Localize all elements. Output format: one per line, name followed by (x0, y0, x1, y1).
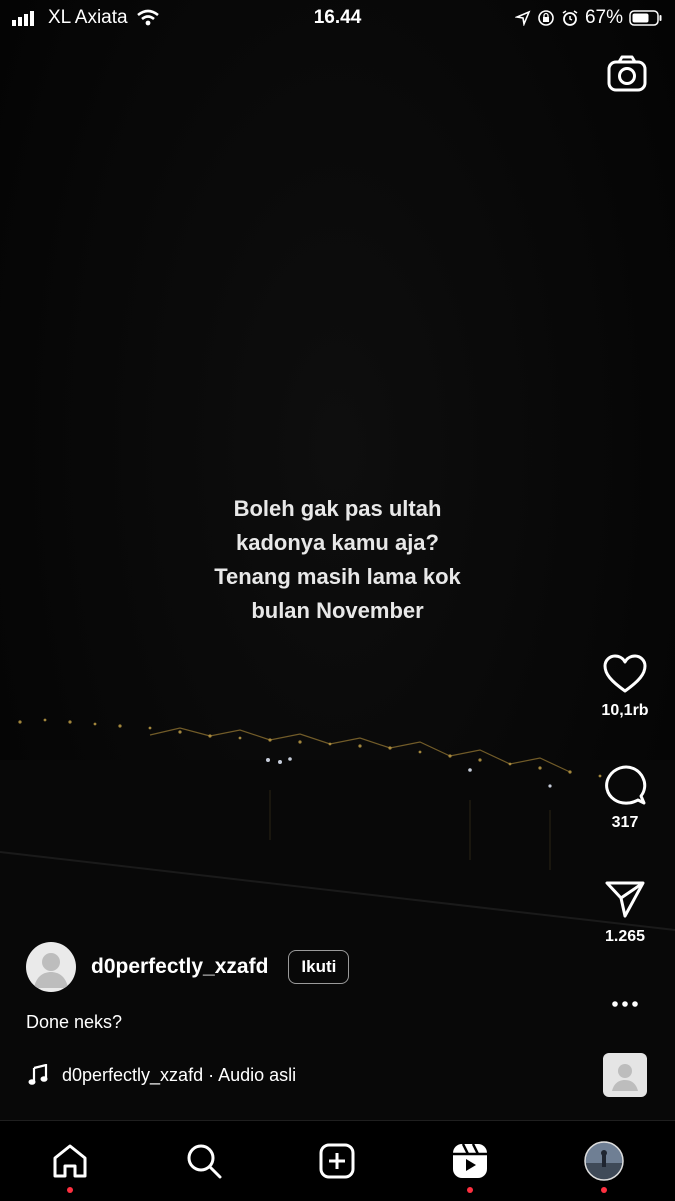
more-icon[interactable] (603, 996, 647, 1012)
notification-dot (467, 1187, 473, 1193)
share-count: 1.265 (604, 928, 646, 945)
like-action[interactable]: 10,1rb (590, 654, 660, 720)
audio-thumbnail[interactable] (603, 1053, 647, 1097)
avatar[interactable] (26, 942, 76, 992)
username[interactable]: d0perfectly_xzafd (91, 955, 268, 979)
more-options-button[interactable] (590, 996, 660, 1012)
profile-avatar-icon (584, 1141, 624, 1181)
share-action[interactable]: 1.265 (590, 878, 660, 946)
default-avatar-icon (612, 1064, 638, 1091)
nav-home[interactable] (50, 1141, 90, 1193)
reels-icon (453, 1143, 487, 1178)
default-avatar-icon (34, 953, 68, 988)
audio-label: d0perfectly_xzafd · Audio asli (62, 1064, 297, 1085)
like-count: 10,1rb (601, 702, 649, 719)
alarm-icon (562, 10, 578, 26)
battery-percent: 67% (584, 7, 623, 28)
overlay-line: Tenang masih lama kok (214, 564, 461, 589)
battery-icon (629, 10, 662, 26)
overlay-line: Boleh gak pas ultah (233, 496, 442, 521)
video-text-overlay: Boleh gak pas ultah kadonya kamu aja? Te… (0, 492, 675, 628)
follow-button[interactable]: Ikuti (288, 950, 350, 984)
notification-dot (67, 1187, 73, 1193)
audio-row[interactable]: d0perfectly_xzafd · Audio asli (28, 1064, 296, 1086)
overlay-line: kadonya kamu aja? (236, 530, 439, 555)
comment-count: 317 (611, 814, 639, 831)
location-icon (514, 10, 531, 26)
comment-icon[interactable] (603, 764, 647, 806)
nav-search[interactable] (184, 1141, 224, 1181)
status-right: 67% (514, 7, 663, 29)
send-icon[interactable] (603, 878, 647, 920)
nav-profile[interactable] (584, 1141, 624, 1193)
camera-button[interactable] (605, 52, 649, 96)
heart-icon[interactable] (603, 654, 647, 694)
search-icon (187, 1144, 222, 1179)
home-icon (53, 1144, 87, 1178)
post-caption[interactable]: Done neks? (26, 1012, 122, 1033)
add-post-icon (319, 1143, 355, 1179)
overlay-line: bulan November (251, 598, 424, 623)
music-note-icon (28, 1064, 48, 1085)
camera-icon (607, 55, 647, 92)
notification-dot (601, 1187, 607, 1193)
author-row: d0perfectly_xzafd Ikuti (26, 942, 350, 992)
comment-action[interactable]: 317 (590, 764, 660, 832)
nav-reels[interactable] (450, 1141, 490, 1193)
status-bar: XL Axiata 16.44 67% (0, 0, 675, 36)
bottom-nav (0, 1120, 675, 1201)
nav-create[interactable] (317, 1141, 357, 1181)
rotation-lock-icon (538, 10, 554, 26)
